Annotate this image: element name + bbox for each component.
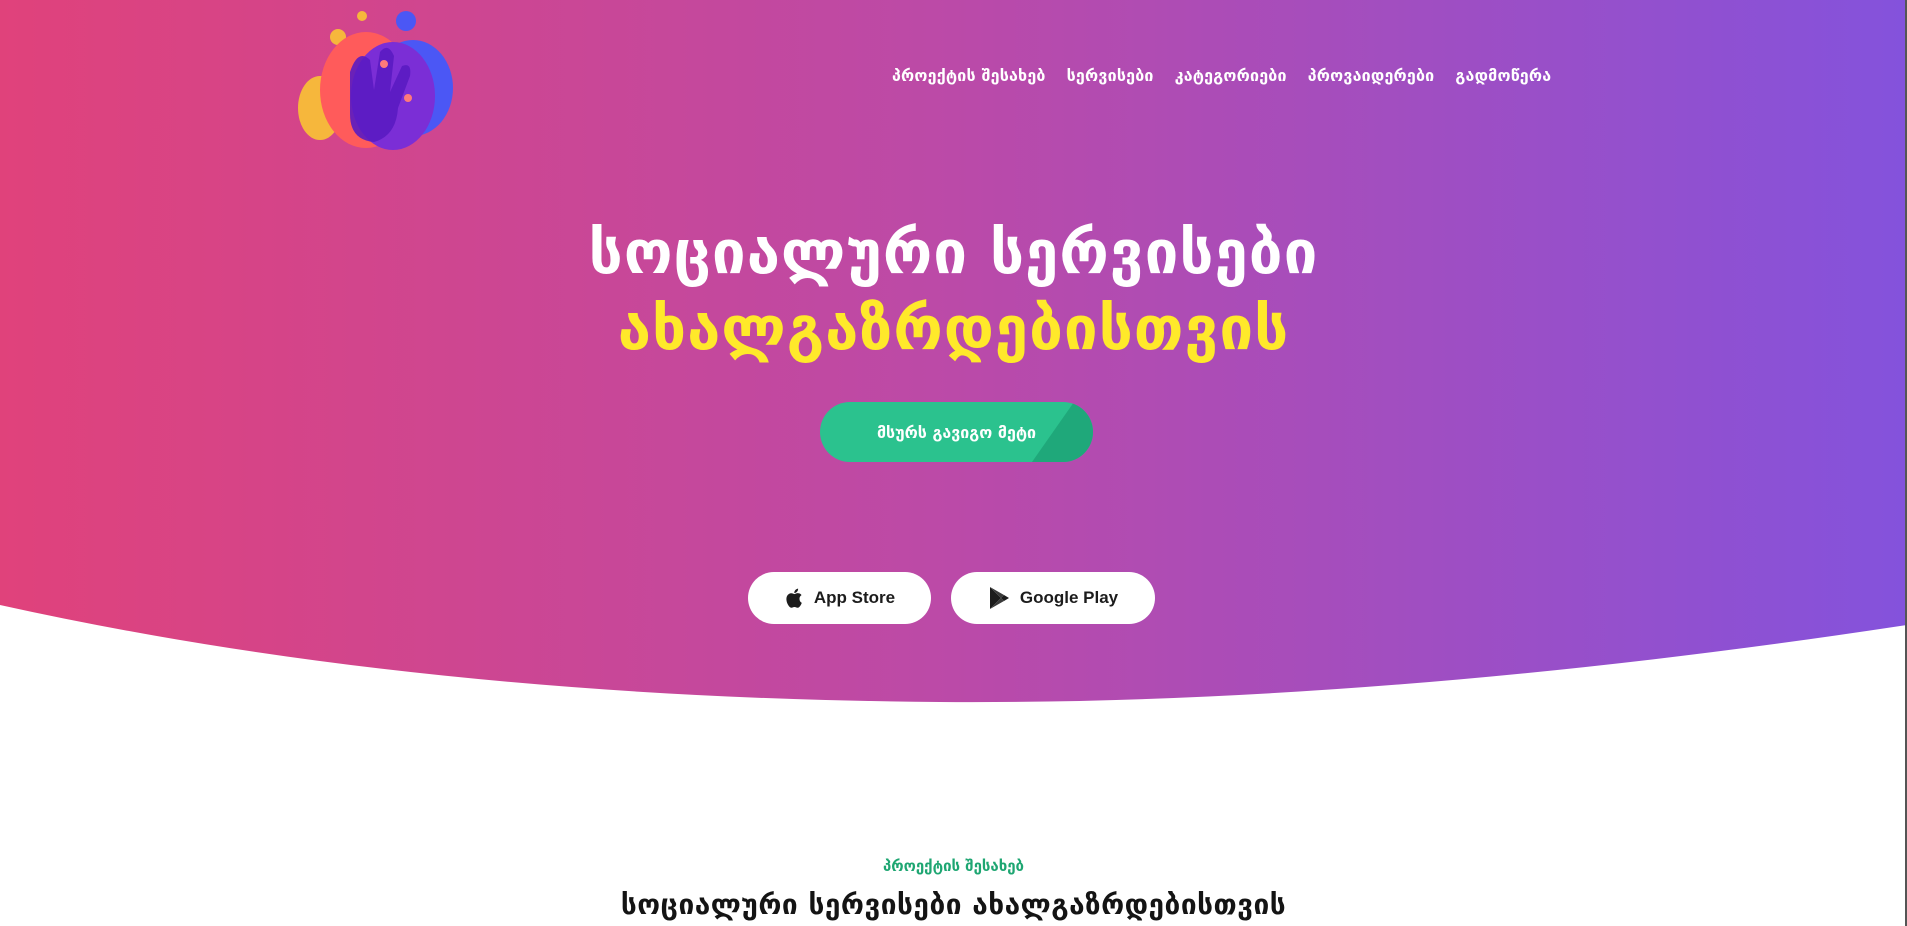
google-play-label: Google Play — [1019, 588, 1119, 607]
hero-section: პროექტის შესახებ სერვისები კატეგორიები პ… — [0, 0, 1907, 926]
learn-more-button[interactable]: მსურს გავიგო მეტი — [820, 402, 1093, 462]
site-logo[interactable] — [298, 8, 458, 153]
about-section-title: სოციალური სერვისები ახალგაზრდებისთვის — [620, 888, 1287, 921]
about-section-label: პროექტის შესახებ — [882, 857, 1025, 875]
apple-icon — [786, 588, 802, 608]
nav-item-services[interactable]: სერვისები — [1067, 66, 1154, 85]
google-play-button[interactable]: Google Play — [951, 572, 1155, 624]
main-nav: პროექტის შესახებ სერვისები კატეგორიები პ… — [892, 66, 1551, 85]
nav-item-download[interactable]: გადმოწერა — [1455, 66, 1551, 85]
app-store-label: App Store — [813, 588, 896, 607]
nav-item-categories[interactable]: კატეგორიები — [1175, 66, 1287, 85]
hand-logo-icon — [298, 11, 453, 150]
hero-title-line1: სოციალური სერვისები — [588, 218, 1319, 288]
google-play-icon — [989, 587, 1009, 609]
nav-item-providers[interactable]: პროვაიდერები — [1308, 66, 1435, 85]
app-store-button[interactable]: App Store — [748, 572, 931, 624]
hero-title-line2: ახალგაზრდებისთვის — [617, 294, 1290, 364]
hero-background — [0, 0, 1907, 703]
learn-more-label: მსურს გავიგო მეტი — [876, 423, 1037, 442]
nav-item-about[interactable]: პროექტის შესახებ — [892, 66, 1046, 85]
